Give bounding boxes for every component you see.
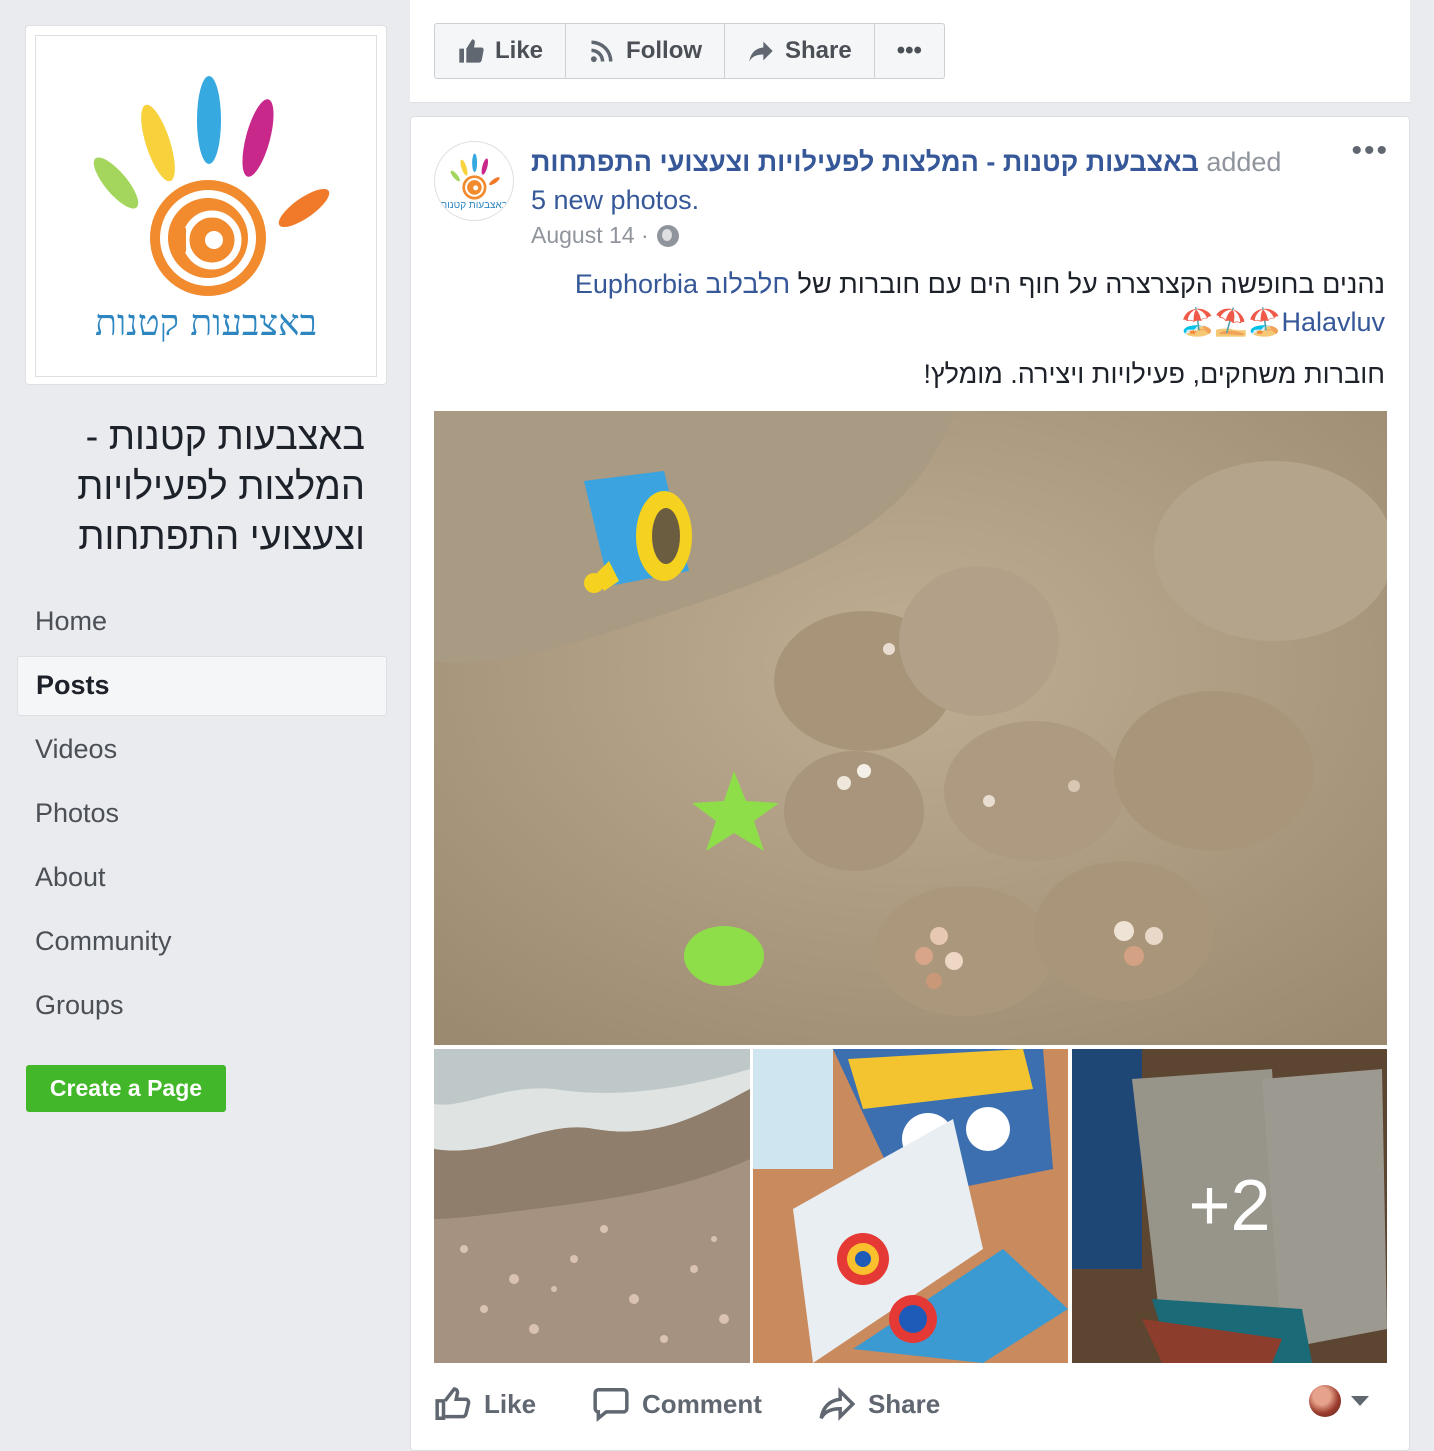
page-follow-label: Follow <box>626 37 703 64</box>
post-share-button[interactable]: Share <box>818 1385 940 1423</box>
post-card: באצבעות קטנות באצבעות קטנות - המלצות לפע… <box>410 116 1410 1451</box>
thumbs-up-icon <box>459 39 484 63</box>
hand-logo-icon <box>450 153 500 199</box>
user-avatar <box>1309 1385 1341 1417</box>
page-follow-button[interactable]: Follow <box>566 24 726 78</box>
chevron-down-icon <box>1351 1396 1369 1406</box>
nav-about[interactable]: About <box>17 846 387 910</box>
halavluv-mention-link[interactable]: Halavluv <box>1281 307 1385 337</box>
games-book-photo <box>753 1049 1068 1363</box>
nav-groups[interactable]: Groups <box>17 974 387 1038</box>
page-like-label: Like <box>495 37 544 64</box>
post-author-avatar[interactable]: באצבעות קטנות <box>434 141 514 221</box>
post-header: באצבעות קטנות - המלצות לפעילויות וצעצועי… <box>531 143 1351 219</box>
nav-community[interactable]: Community <box>17 910 387 974</box>
waves-shore-photo <box>434 1049 750 1363</box>
page-action-bar: Like Follow Share ••• <box>410 0 1410 103</box>
post-author-link[interactable]: באצבעות קטנות - המלצות לפעילויות וצעצועי… <box>531 147 1199 177</box>
rss-feed-icon <box>590 40 613 63</box>
post-comment-button[interactable]: Comment <box>592 1385 762 1423</box>
page-more-button[interactable]: ••• <box>875 24 944 78</box>
avatar-wordmark: באצבעות קטנות <box>440 199 508 211</box>
post-like-button[interactable]: Like <box>434 1385 536 1423</box>
post-action-bar: Like Comment Share <box>434 1379 1387 1429</box>
comment-bubble-icon <box>593 1388 629 1422</box>
post-message: נהנים בחופשה הקצרצרה על חוף הים עם חוברו… <box>485 265 1385 393</box>
nav-videos[interactable]: Videos <box>17 718 387 782</box>
post-action-text: added <box>1206 147 1282 177</box>
post-share-label: Share <box>867 1388 941 1419</box>
thumbs-up-outline-icon <box>435 1387 471 1420</box>
post-photo-waves[interactable] <box>434 1049 750 1363</box>
nav-photos[interactable]: Photos <box>17 782 387 846</box>
page-nav: Home Posts Videos Photos About Community… <box>17 590 387 1038</box>
page-logo-card[interactable]: באצבעות קטנות <box>25 25 387 385</box>
share-arrow-icon <box>749 41 773 62</box>
beach-emoji: 🏖️⛱️🏖️ <box>1180 307 1282 337</box>
post-text-line3: חוברות משחקים, פעילויות ויצירה. מומלץ! <box>923 359 1385 389</box>
hand-logo-icon <box>93 76 330 296</box>
page-title[interactable]: באצבעות קטנות - המלצות לפעילויות וצעצועי… <box>25 412 365 562</box>
post-photo-main[interactable] <box>434 411 1387 1045</box>
page-share-label: Share <box>785 37 852 64</box>
post-photo-games-book[interactable] <box>753 1049 1068 1363</box>
post-options-button[interactable]: ••• <box>1351 136 1389 166</box>
create-page-button[interactable]: Create a Page <box>26 1065 226 1112</box>
beach-sand-photo <box>434 411 1387 1045</box>
more-photos-overlay[interactable]: +2 <box>1072 1049 1387 1363</box>
post-photo-more[interactable]: +2 <box>1072 1049 1387 1363</box>
post-as-selector[interactable] <box>1309 1385 1369 1417</box>
page-like-button[interactable]: Like <box>435 24 567 78</box>
nav-posts[interactable]: Posts <box>17 656 387 716</box>
euphorbia-mention-link[interactable]: חלבלוב Euphorbia <box>575 269 790 299</box>
post-date-text[interactable]: August 14 · <box>531 222 649 249</box>
post-text-line1: נהנים בחופשה הקצרצרה על חוף הים עם חוברו… <box>790 269 1385 299</box>
nav-home[interactable]: Home <box>17 590 387 654</box>
page-share-button[interactable]: Share <box>725 24 875 78</box>
new-photos-link[interactable]: 5 new photos. <box>531 181 1351 219</box>
share-outline-icon <box>819 1387 856 1421</box>
page-logo: באצבעות קטנות <box>35 35 377 377</box>
globe-icon[interactable] <box>656 224 679 247</box>
more-dots-icon: ••• <box>896 37 922 64</box>
post-comment-label: Comment <box>642 1388 762 1419</box>
page-action-buttons: Like Follow Share ••• <box>434 23 945 79</box>
post-timestamp: August 14 · <box>531 222 679 249</box>
post-like-label: Like <box>484 1388 537 1419</box>
logo-wordmark: באצבעות קטנות <box>94 303 318 344</box>
